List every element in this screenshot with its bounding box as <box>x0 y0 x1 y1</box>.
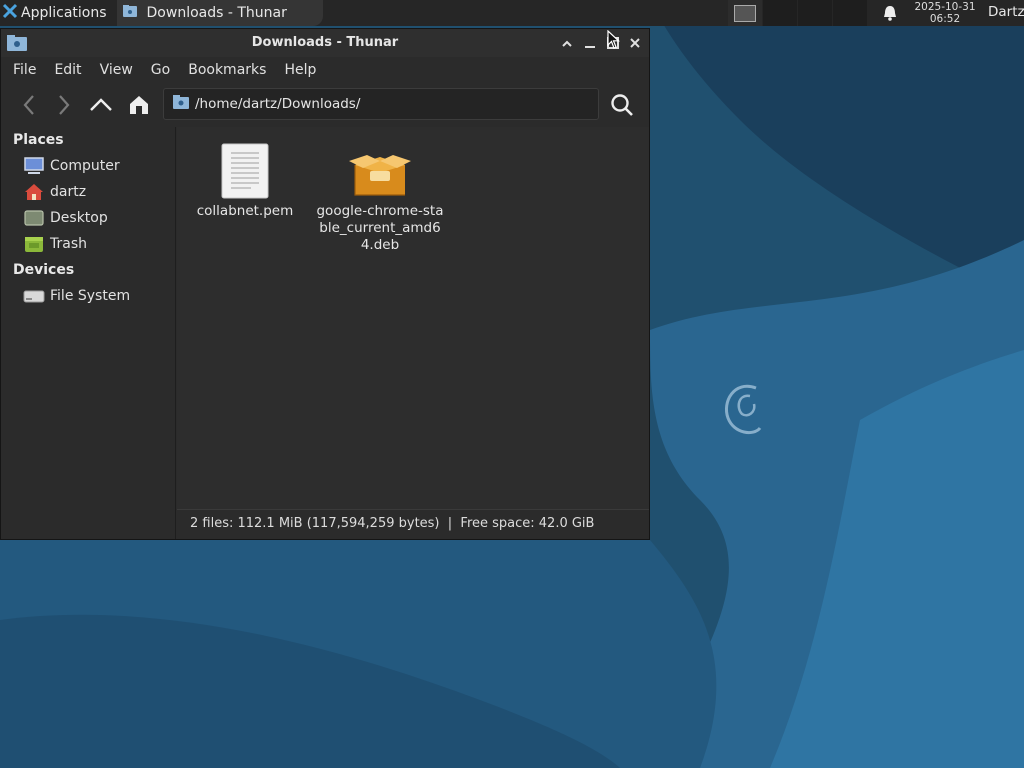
home-icon <box>130 96 148 114</box>
taskbar-label: Downloads - Thunar <box>146 5 287 21</box>
minimize-button[interactable] <box>580 33 600 53</box>
toolbar: /home/dartz/Downloads/ <box>1 83 649 127</box>
sidebar-item-trash[interactable]: Trash <box>3 231 175 257</box>
menu-file[interactable]: File <box>7 62 42 78</box>
sidebar-item-file-system[interactable]: File System <box>3 283 175 309</box>
top-panel: Applications Downloads - Thunar 2025-10-… <box>0 0 1024 26</box>
location-path: /home/dartz/Downloads/ <box>195 96 361 112</box>
home-folder-icon <box>23 182 45 202</box>
drive-icon <box>23 286 45 306</box>
clock[interactable]: 2025-10-31 06:52 <box>906 0 984 25</box>
chevron-right-icon <box>59 95 70 115</box>
mouse-cursor-icon <box>607 30 621 49</box>
applications-label: Applications <box>21 5 107 21</box>
clock-time: 06:52 <box>929 13 961 25</box>
search-button[interactable] <box>608 91 636 119</box>
workspace-window-thumb <box>734 4 756 22</box>
status-bar: 2 files: 112.1 MiB (117,594,259 bytes) |… <box>177 509 649 539</box>
xfce-logo-icon <box>2 3 18 23</box>
file-item[interactable]: collabnet.pem <box>180 133 310 220</box>
notification-bell-icon[interactable] <box>883 5 897 25</box>
sidebar-item-label: Desktop <box>50 210 108 226</box>
places-header: Places <box>13 132 64 148</box>
parent-folder-button[interactable] <box>87 91 115 119</box>
sidebar-item-label: Trash <box>50 236 87 252</box>
package-icon <box>315 133 445 199</box>
window-titlebar[interactable]: Downloads - Thunar <box>1 29 649 57</box>
workspace-2[interactable] <box>763 0 797 26</box>
folder-icon <box>173 95 189 113</box>
thunar-window: Downloads - Thunar File Edit View Go Boo… <box>0 28 650 540</box>
chevron-up-icon <box>90 98 112 111</box>
sidebar-item-dartz[interactable]: dartz <box>3 179 175 205</box>
window-content: Places Computer dartz Desktop Trash Devi… <box>1 127 649 539</box>
menu-go[interactable]: Go <box>145 62 176 78</box>
workspace-switcher <box>728 0 868 26</box>
computer-icon <box>23 156 45 176</box>
sidebar-item-desktop[interactable]: Desktop <box>3 205 175 231</box>
forward-button[interactable] <box>50 91 78 119</box>
menu-view[interactable]: View <box>94 62 139 78</box>
back-button[interactable] <box>15 91 43 119</box>
file-view[interactable]: collabnet.pem google-chrome-stable_curre… <box>177 127 649 509</box>
side-pane: Places Computer dartz Desktop Trash Devi… <box>3 127 176 539</box>
menu-help[interactable]: Help <box>278 62 322 78</box>
home-button[interactable] <box>125 91 153 119</box>
taskbar-item-thunar[interactable]: Downloads - Thunar <box>116 0 323 26</box>
window-title: Downloads - Thunar <box>251 35 399 50</box>
file-item[interactable]: google-chrome-stable_current_amd64.deb <box>315 133 445 254</box>
sidebar-item-computer[interactable]: Computer <box>3 153 175 179</box>
location-bar[interactable]: /home/dartz/Downloads/ <box>163 88 599 120</box>
search-icon <box>611 94 633 116</box>
user-menu[interactable]: Dartz <box>988 4 1024 20</box>
devices-header: Devices <box>13 262 75 278</box>
sidebar-item-label: Computer <box>50 158 120 174</box>
sidebar-item-label: dartz <box>50 184 87 200</box>
menu-edit[interactable]: Edit <box>48 62 87 78</box>
chevron-left-icon <box>23 95 34 115</box>
folder-icon <box>122 5 137 21</box>
close-button[interactable] <box>625 33 645 53</box>
trash-icon <box>23 234 45 254</box>
file-name: google-chrome-stable_current_amd64.deb <box>316 203 444 253</box>
applications-menu-button[interactable]: Applications <box>0 0 111 26</box>
workspace-4[interactable] <box>833 0 867 26</box>
sidebar-item-label: File System <box>50 288 131 304</box>
workspace-1[interactable] <box>728 0 762 26</box>
menu-bookmarks[interactable]: Bookmarks <box>182 62 272 78</box>
text-file-icon <box>180 133 310 199</box>
desktop-icon <box>23 208 45 228</box>
shade-button[interactable] <box>557 33 577 53</box>
clock-date: 2025-10-31 <box>914 1 976 13</box>
menu-bar: File Edit View Go Bookmarks Help <box>1 57 649 83</box>
status-text: 2 files: 112.1 MiB (117,594,259 bytes) |… <box>190 516 595 531</box>
workspace-3[interactable] <box>798 0 832 26</box>
file-name: collabnet.pem <box>196 203 294 219</box>
